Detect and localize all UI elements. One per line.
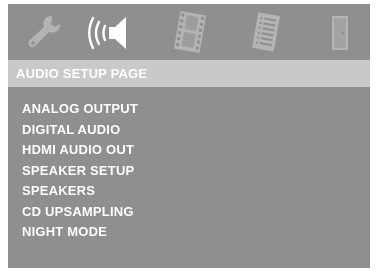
door-icon[interactable]	[316, 10, 364, 54]
page-title-bar: AUDIO SETUP PAGE	[8, 60, 370, 87]
menu-item-hdmi-audio-out[interactable]: HDMI AUDIO OUT	[22, 140, 138, 161]
document-icon[interactable]	[242, 10, 290, 54]
menu-item-speakers[interactable]: SPEAKERS	[22, 181, 138, 202]
speaker-icon[interactable]	[86, 10, 134, 54]
menu-item-night-mode[interactable]: NIGHT MODE	[22, 222, 138, 243]
setup-tab-bar	[8, 4, 370, 56]
setup-menu-screen: AUDIO SETUP PAGE ANALOG OUTPUT DIGITAL A…	[8, 4, 370, 268]
page-title: AUDIO SETUP PAGE	[16, 66, 148, 81]
menu-item-cd-upsampling[interactable]: CD UPSAMPLING	[22, 202, 138, 223]
menu-item-digital-audio[interactable]: DIGITAL AUDIO	[22, 120, 138, 141]
film-icon[interactable]	[166, 10, 214, 54]
menu-item-analog-output[interactable]: ANALOG OUTPUT	[22, 99, 138, 120]
audio-setup-menu: ANALOG OUTPUT DIGITAL AUDIO HDMI AUDIO O…	[22, 99, 138, 243]
menu-item-speaker-setup[interactable]: SPEAKER SETUP	[22, 161, 138, 182]
wrench-icon[interactable]	[20, 10, 68, 54]
